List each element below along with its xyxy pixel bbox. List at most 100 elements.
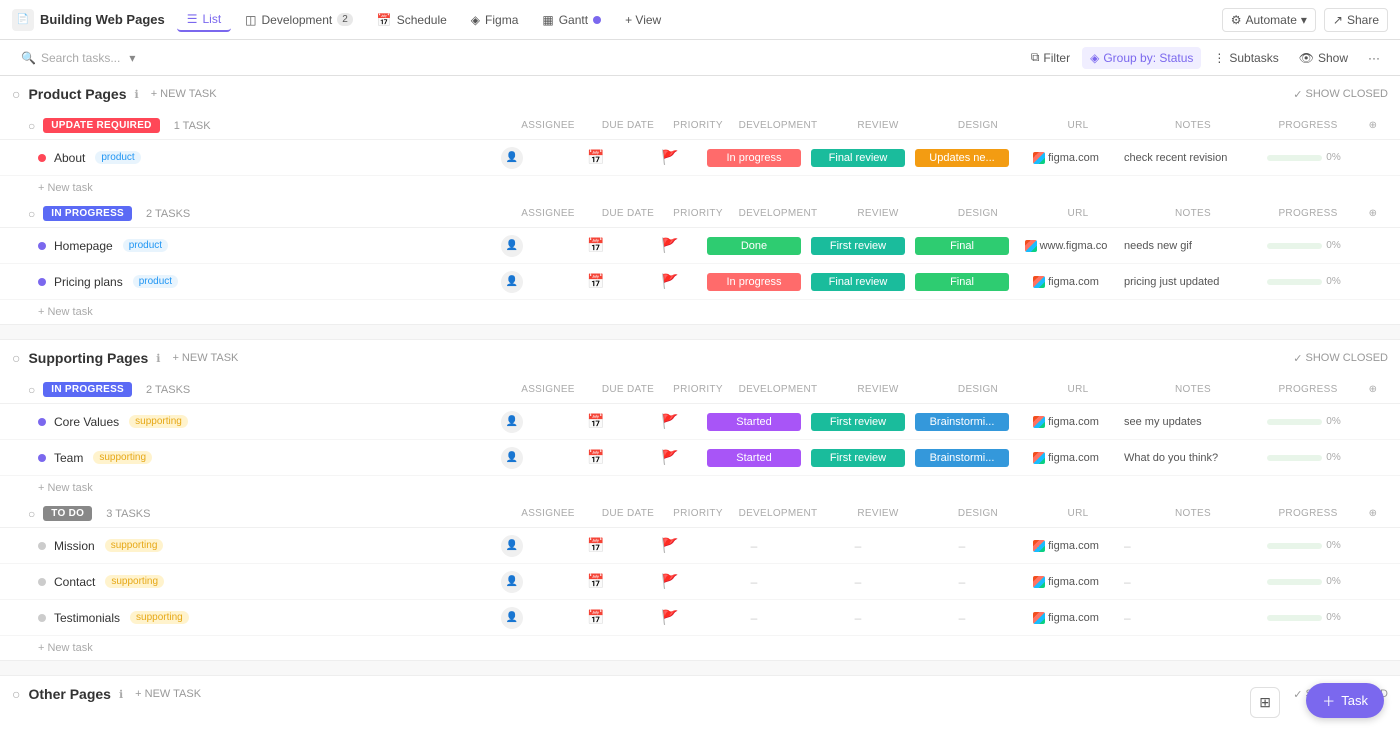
- task-row[interactable]: Testimonials supporting 👤 📅 🚩 – –: [0, 600, 1400, 636]
- task-url[interactable]: figma.com: [1016, 576, 1116, 588]
- task-tag-supporting[interactable]: supporting: [129, 415, 188, 428]
- task-priority[interactable]: 🚩: [640, 237, 700, 254]
- task-development[interactable]: Started: [704, 449, 804, 467]
- inprogress-product-badge[interactable]: IN PROGRESS: [43, 206, 132, 221]
- task-tag-product[interactable]: product: [95, 151, 140, 164]
- grid-view-icon[interactable]: ⊞: [1250, 687, 1280, 718]
- nav-tab-figma[interactable]: ◈ Figma: [461, 9, 529, 31]
- section-supporting-header[interactable]: ○ Supporting Pages ℹ + NEW TASK ✓ SHOW C…: [0, 340, 1400, 376]
- task-tag-product[interactable]: product: [133, 275, 178, 288]
- task-assignee[interactable]: 👤: [472, 235, 552, 257]
- update-required-badge[interactable]: UPDATE REQUIRED: [43, 118, 159, 133]
- task-priority[interactable]: 🚩: [640, 149, 700, 166]
- section-other-new-task[interactable]: + NEW TASK: [131, 686, 205, 702]
- task-tag-supporting[interactable]: supporting: [105, 539, 164, 552]
- url-link[interactable]: figma.com: [1033, 416, 1099, 428]
- task-row[interactable]: Mission supporting 👤 📅 🚩 – –: [0, 528, 1400, 564]
- task-review[interactable]: First review: [808, 449, 908, 467]
- task-development[interactable]: In progress: [704, 149, 804, 167]
- search-box[interactable]: 🔍 Search tasks... ▾: [12, 46, 162, 70]
- add-task-update[interactable]: + New task: [0, 176, 1400, 200]
- task-priority[interactable]: 🚩: [640, 273, 700, 290]
- url-link[interactable]: figma.com: [1033, 576, 1099, 588]
- add-task-inprogress-product[interactable]: + New task: [0, 300, 1400, 324]
- task-assignee[interactable]: 👤: [472, 447, 552, 469]
- task-url[interactable]: figma.com: [1016, 152, 1116, 164]
- task-design[interactable]: Brainstormi...: [912, 449, 1012, 467]
- task-row[interactable]: Homepage product 👤 📅 🚩 Done First review: [0, 228, 1400, 264]
- url-link[interactable]: figma.com: [1033, 452, 1099, 464]
- section-other-collapse-icon[interactable]: ○: [12, 686, 20, 702]
- nav-tab-schedule[interactable]: 📅 Schedule: [367, 9, 457, 31]
- group-collapse-icon[interactable]: ○: [28, 119, 35, 133]
- task-priority[interactable]: 🚩: [640, 573, 700, 590]
- task-priority[interactable]: 🚩: [640, 413, 700, 430]
- task-review[interactable]: First review: [808, 413, 908, 431]
- task-duedate[interactable]: 📅: [556, 573, 636, 590]
- url-link[interactable]: figma.com: [1033, 612, 1099, 624]
- task-tag-product[interactable]: product: [123, 239, 168, 252]
- add-task-inprogress-supporting[interactable]: + New task: [0, 476, 1400, 500]
- more-button[interactable]: ···: [1360, 47, 1388, 69]
- automate-button[interactable]: ⚙ Automate ▾: [1222, 8, 1316, 32]
- col-header-plus[interactable]: ⊕: [1358, 120, 1388, 131]
- section-collapse-icon[interactable]: ○: [12, 86, 20, 102]
- task-url[interactable]: figma.com: [1016, 416, 1116, 428]
- url-link[interactable]: figma.com: [1033, 152, 1099, 164]
- task-duedate[interactable]: 📅: [556, 149, 636, 166]
- task-development[interactable]: In progress: [704, 273, 804, 291]
- section-other-info[interactable]: ℹ: [119, 688, 123, 701]
- task-development[interactable]: Started: [704, 413, 804, 431]
- task-review[interactable]: Final review: [808, 273, 908, 291]
- col-hdr-plus2[interactable]: ⊕: [1358, 208, 1388, 219]
- subtasks-button[interactable]: ⋮ Subtasks: [1205, 47, 1286, 69]
- task-duedate[interactable]: 📅: [556, 609, 636, 626]
- float-task-button[interactable]: ＋ Task: [1306, 683, 1384, 718]
- nav-tab-list[interactable]: ☰ List: [177, 8, 231, 32]
- group-collapse-icon[interactable]: ○: [28, 207, 35, 221]
- todo-supporting-badge[interactable]: TO DO: [43, 506, 92, 521]
- task-row[interactable]: Pricing plans product 👤 📅 🚩 In progress …: [0, 264, 1400, 300]
- col-hdr-plus4[interactable]: ⊕: [1358, 508, 1388, 519]
- task-tag-supporting[interactable]: supporting: [130, 611, 189, 624]
- task-development[interactable]: Done: [704, 237, 804, 255]
- task-row[interactable]: Contact supporting 👤 📅 🚩 – –: [0, 564, 1400, 600]
- task-row[interactable]: Core Values supporting 👤 📅 🚩 Started Fir…: [0, 404, 1400, 440]
- task-priority[interactable]: 🚩: [640, 449, 700, 466]
- section-product-new-task[interactable]: + NEW TASK: [147, 86, 221, 102]
- task-assignee[interactable]: 👤: [472, 271, 552, 293]
- task-duedate[interactable]: 📅: [556, 273, 636, 290]
- section-collapse-icon[interactable]: ○: [12, 350, 20, 366]
- url-link[interactable]: figma.com: [1033, 276, 1099, 288]
- url-link[interactable]: figma.com: [1033, 540, 1099, 552]
- group-collapse-icon[interactable]: ○: [28, 383, 35, 397]
- section-other-header[interactable]: ○ Other Pages ℹ + NEW TASK ✓ SHOW CLOSED: [0, 676, 1400, 712]
- nav-tab-view[interactable]: + View: [615, 9, 671, 31]
- task-tag-supporting[interactable]: supporting: [105, 575, 164, 588]
- task-assignee[interactable]: 👤: [472, 147, 552, 169]
- task-url[interactable]: figma.com: [1016, 540, 1116, 552]
- task-review[interactable]: First review: [808, 237, 908, 255]
- task-row[interactable]: Team supporting 👤 📅 🚩 Started First revi…: [0, 440, 1400, 476]
- filter-button[interactable]: ⧉ Filter: [1023, 46, 1078, 69]
- task-url[interactable]: figma.com: [1016, 452, 1116, 464]
- task-duedate[interactable]: 📅: [556, 449, 636, 466]
- task-design[interactable]: Updates ne...: [912, 149, 1012, 167]
- task-url[interactable]: figma.com: [1016, 612, 1116, 624]
- show-button[interactable]: 👁 Show: [1291, 47, 1356, 69]
- section-supporting-info[interactable]: ℹ: [156, 352, 160, 365]
- task-duedate[interactable]: 📅: [556, 237, 636, 254]
- task-review[interactable]: Final review: [808, 149, 908, 167]
- task-tag-supporting[interactable]: supporting: [93, 451, 152, 464]
- nav-logo[interactable]: 📄 Building Web Pages: [12, 9, 165, 31]
- section-supporting-show-closed[interactable]: ✓ SHOW CLOSED: [1293, 352, 1388, 365]
- task-url[interactable]: www.figma.co: [1016, 240, 1116, 252]
- group-by-button[interactable]: ◈ Group by: Status: [1082, 47, 1201, 69]
- task-assignee[interactable]: 👤: [472, 607, 552, 629]
- task-duedate[interactable]: 📅: [556, 413, 636, 430]
- task-assignee[interactable]: 👤: [472, 535, 552, 557]
- section-supporting-new-task[interactable]: + NEW TASK: [168, 350, 242, 366]
- task-assignee[interactable]: 👤: [472, 411, 552, 433]
- task-assignee[interactable]: 👤: [472, 571, 552, 593]
- task-design[interactable]: Final: [912, 237, 1012, 255]
